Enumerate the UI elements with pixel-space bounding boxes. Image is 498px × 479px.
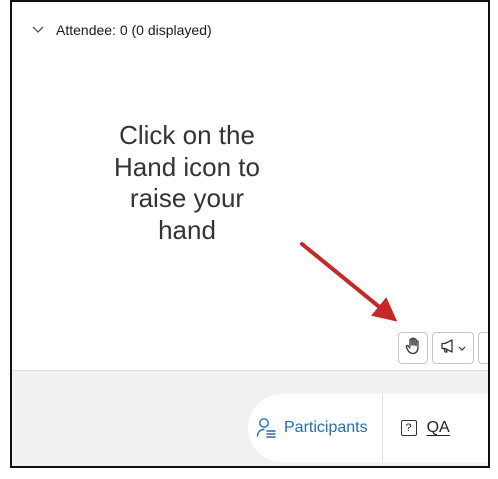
raise-hand-button[interactable] [398,332,428,364]
app-window: Attendee: 0 (0 displayed) Click on the H… [10,0,490,468]
raise-hand-icon [405,337,421,360]
qa-button[interactable]: ? QA [383,394,462,462]
participants-button[interactable]: Participants [248,394,382,462]
chevron-down-icon[interactable] [28,20,48,40]
chevron-down-icon [458,339,466,357]
pointer-arrow [300,242,398,322]
participants-label: Participants [284,419,368,436]
attendee-count-label: Attendee: 0 (0 displayed) [56,22,212,38]
attendee-section-header[interactable]: Attendee: 0 (0 displayed) [28,20,212,40]
question-icon: ? [400,420,417,436]
participants-icon [256,417,276,439]
qa-label: QA [426,419,450,436]
bottom-bar: Participants ? QA [12,370,488,466]
megaphone-menu-button[interactable] [432,332,474,364]
panel-switcher: Participants ? QA [248,394,488,462]
more-options-button[interactable]: ! [478,332,488,364]
instruction-text: Click on the Hand icon to raise your han… [114,120,260,246]
megaphone-icon [440,338,456,359]
attendee-toolbar: ! [398,332,488,366]
